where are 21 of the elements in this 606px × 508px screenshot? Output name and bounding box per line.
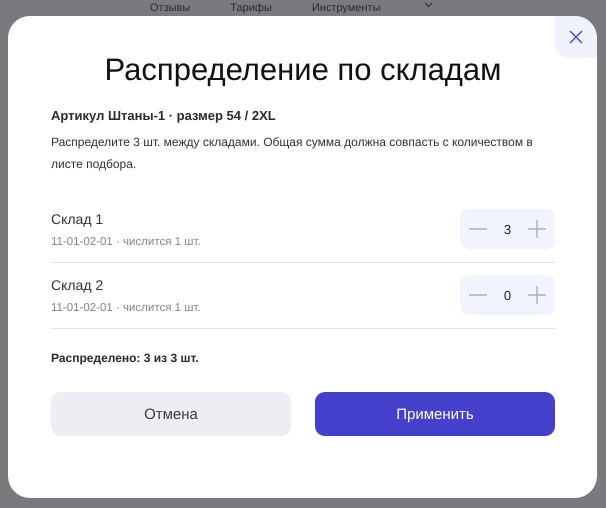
cancel-button[interactable]: Отмена [51, 392, 291, 436]
warehouse-details: 11-01-02-01 · числится 1 шт. [51, 236, 201, 248]
dialog-title: Распределение по складам [104, 52, 502, 88]
description: Распределите 3 шт. между складами. Общая сумма должна совпасть с количеством в листе подбора. [51, 134, 534, 173]
chevron-icon [424, 2, 434, 8]
quantity-stepper[interactable]: 3 [460, 209, 555, 249]
quantity-value: 0 [504, 288, 512, 302]
warehouse-details: 11-01-02-01 · числится 1 шт. [51, 302, 201, 314]
plus-icon [528, 220, 546, 238]
plus-icon [528, 286, 546, 304]
warehouse-name: Склад 2 [51, 276, 104, 292]
warehouse-name: Склад 1 [51, 210, 104, 226]
close-icon [569, 30, 583, 44]
close-button[interactable] [555, 16, 597, 58]
minus-icon [469, 228, 487, 230]
minus-icon [469, 294, 487, 296]
quantity-value: 3 [504, 222, 512, 236]
apply-button[interactable]: Применить [315, 392, 555, 436]
quantity-stepper[interactable]: 0 [460, 275, 555, 315]
article-info: Артикул Штаны-1 · размер 54 / 2XL [51, 108, 277, 123]
distribution-summary: Распределено: 3 из 3 шт. [51, 351, 200, 365]
